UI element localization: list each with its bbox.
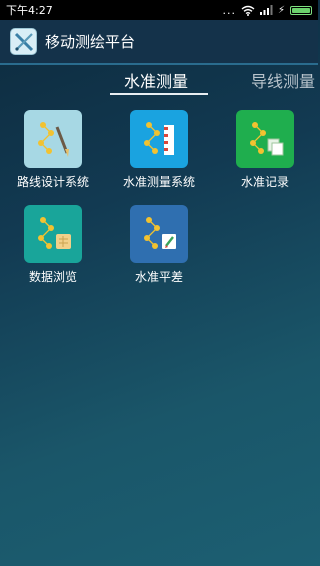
- record-copy-icon: [236, 110, 294, 168]
- tile-data-browse[interactable]: 数据浏览: [3, 205, 103, 285]
- tab-bar: 水准测量 导线测量: [0, 65, 318, 97]
- tile-label: 水准记录: [240, 175, 289, 189]
- data-browse-icon: [24, 205, 82, 263]
- more-dots: ...: [222, 3, 236, 17]
- tile-leveling-record[interactable]: 水准记录: [215, 110, 315, 190]
- tab-traverse[interactable]: 导线测量: [251, 68, 315, 92]
- tile-label: 路线设计系统: [16, 175, 89, 189]
- app-bar: 移动测绘平台: [0, 20, 318, 65]
- tile-leveling-system[interactable]: 水准测量系统: [109, 110, 209, 190]
- tile-route-design[interactable]: 路线设计系统: [3, 110, 103, 190]
- leveling-ruler-icon: [130, 110, 188, 168]
- app-title: 移动测绘平台: [45, 33, 136, 51]
- tab-leveling[interactable]: 水准测量: [124, 68, 188, 92]
- adjustment-edit-icon: [130, 205, 188, 263]
- ruler-pen-icon: [10, 28, 37, 55]
- status-bar: 下午4:27 ... ⚡: [0, 0, 318, 20]
- tile-label: 水准测量系统: [122, 175, 195, 189]
- tile-label: 水准平差: [134, 270, 183, 284]
- tile-label: 数据浏览: [28, 270, 77, 284]
- status-icons: ... ⚡: [222, 4, 312, 17]
- signal-icon: [259, 5, 273, 15]
- tile-leveling-adjustment[interactable]: 水准平差: [109, 205, 209, 285]
- route-design-icon: [24, 110, 82, 168]
- wifi-icon: [241, 5, 255, 16]
- battery-icon: [290, 5, 312, 15]
- charging-icon: ⚡: [277, 4, 285, 16]
- tab-indicator: [110, 93, 208, 95]
- status-time: 下午4:27: [6, 4, 53, 17]
